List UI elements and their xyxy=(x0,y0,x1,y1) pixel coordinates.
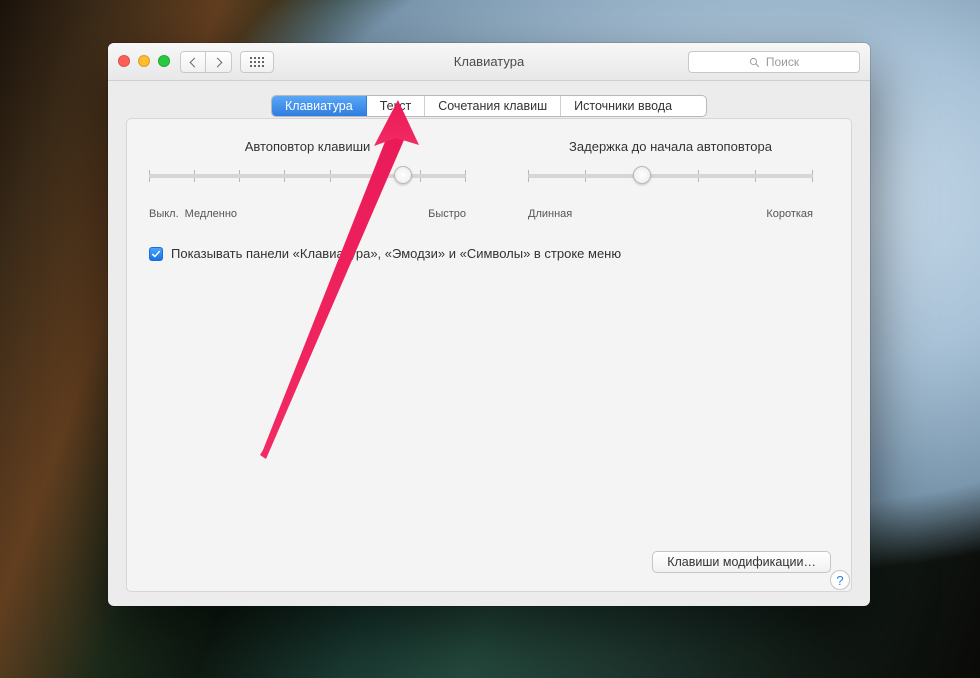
search-placeholder: Поиск xyxy=(766,55,799,69)
question-icon: ? xyxy=(836,573,843,588)
label-slow: Медленно xyxy=(185,208,237,220)
titlebar: Клавиатура Поиск xyxy=(108,43,870,81)
help-button[interactable]: ? xyxy=(830,570,850,590)
slider-track xyxy=(528,174,813,178)
key-repeat-title: Автоповтор клавиши xyxy=(149,139,466,154)
keyboard-panel: Автоповтор клавиши Выкл. Медленно Бы xyxy=(126,118,852,592)
delay-slider-group: Задержка до начала автоповтора Длинная К… xyxy=(512,139,829,220)
label-short: Короткая xyxy=(766,208,813,220)
tab-keyboard[interactable]: Клавиатура xyxy=(272,96,367,116)
show-viewers-label: Показывать панели «Клавиатура», «Эмодзи»… xyxy=(171,246,621,261)
key-repeat-knob[interactable] xyxy=(394,166,412,184)
show-viewers-checkbox[interactable] xyxy=(149,247,163,261)
tabs: Клавиатура Текст Сочетания клавиш Источн… xyxy=(271,95,707,117)
sliders-row: Автоповтор клавиши Выкл. Медленно Бы xyxy=(149,139,829,220)
delay-title: Задержка до начала автоповтора xyxy=(512,139,829,154)
tab-text[interactable]: Текст xyxy=(367,96,425,116)
key-repeat-slider[interactable] xyxy=(149,164,466,208)
slider-track xyxy=(149,174,466,178)
search-icon xyxy=(749,57,760,68)
label-off: Выкл. xyxy=(149,208,179,220)
delay-knob[interactable] xyxy=(633,166,651,184)
keyboard-preferences-window: Клавиатура Поиск Клавиатура Текст Сочета… xyxy=(108,43,870,606)
show-viewers-checkbox-row: Показывать панели «Клавиатура», «Эмодзи»… xyxy=(149,246,829,261)
delay-labels: Длинная Короткая xyxy=(528,208,813,220)
key-repeat-slider-group: Автоповтор клавиши Выкл. Медленно Бы xyxy=(149,139,466,220)
key-repeat-labels: Выкл. Медленно Быстро xyxy=(149,208,466,220)
tab-input-sources[interactable]: Источники ввода xyxy=(561,96,685,116)
label-long: Длинная xyxy=(528,208,572,220)
tab-shortcuts[interactable]: Сочетания клавиш xyxy=(425,96,561,116)
search-field[interactable]: Поиск xyxy=(688,51,860,73)
modifier-keys-button[interactable]: Клавиши модификации… xyxy=(652,551,831,573)
check-icon xyxy=(151,249,161,259)
content-area: Клавиатура Текст Сочетания клавиш Источн… xyxy=(108,81,870,606)
label-fast: Быстро xyxy=(428,208,466,220)
delay-slider[interactable] xyxy=(528,164,813,208)
